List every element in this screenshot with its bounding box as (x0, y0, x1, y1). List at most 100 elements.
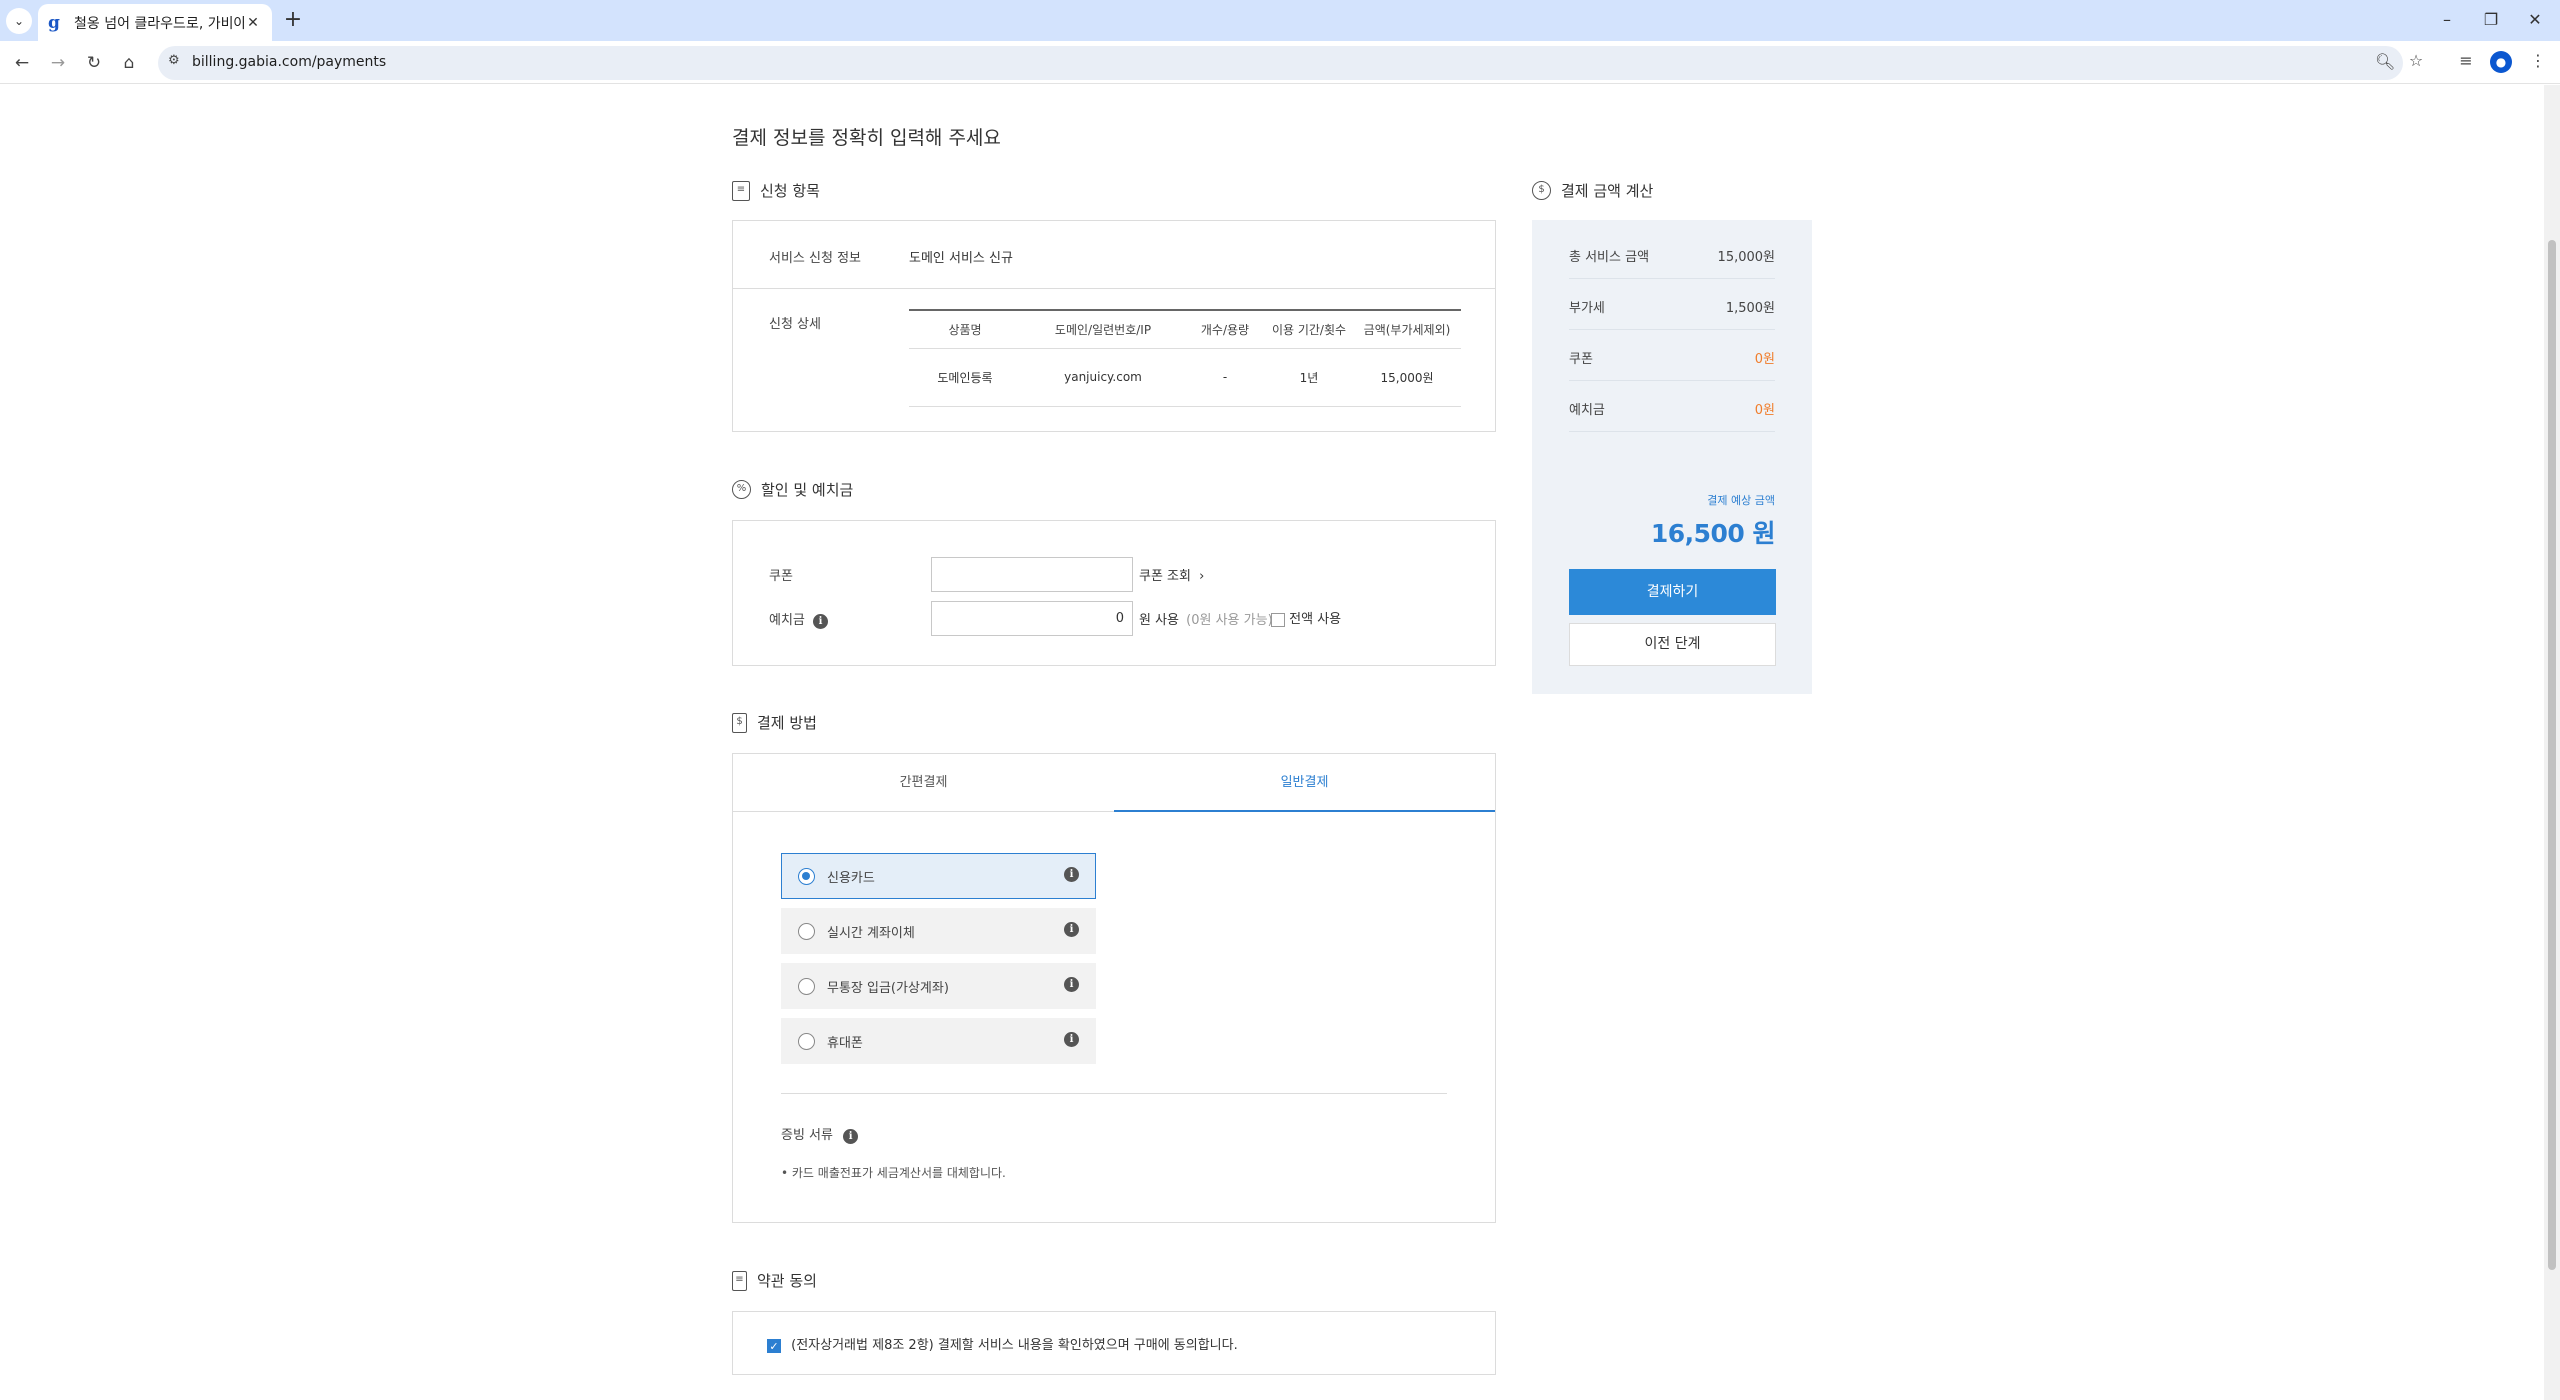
previous-step-button[interactable]: 이전 단계 (1569, 623, 1776, 666)
mobile-radio[interactable] (798, 1032, 815, 1050)
use-all-checkbox[interactable] (1271, 612, 1285, 627)
profile-avatar-icon[interactable]: ● (2490, 51, 2512, 73)
summary-row-value: 15,000원 (1717, 250, 1775, 265)
service-info-label: 서비스 신청 정보 (769, 251, 861, 266)
table-header: 금액(부가세제외) (1353, 310, 1461, 349)
coupon-lookup-link[interactable]: 쿠폰 조회 › (1139, 565, 1204, 584)
page-scrollbar[interactable] (2544, 85, 2560, 1400)
use-all-label: 전액 사용 (1289, 612, 1342, 627)
site-settings-icon[interactable]: ⚙ (168, 53, 180, 68)
zoom-icon[interactable]: 🔍︎ (2375, 52, 2395, 71)
summary-panel: 총 서비스 금액 15,000원 부가세 1,500원 쿠폰 0원 예치금 0원… (1532, 220, 1812, 694)
payment-tabs: 간편결제 일반결제 (733, 754, 1495, 812)
mobile-info-icon[interactable]: i (1064, 1032, 1079, 1047)
minimize-icon[interactable]: – (2432, 8, 2462, 32)
tab-easy-pay[interactable]: 간편결제 (733, 754, 1114, 812)
summary-section-title: $ 결제 금액 계산 (1532, 180, 1653, 201)
summary-row-value: 0원 (1754, 403, 1775, 418)
terms-agree-checkbox[interactable]: ✓ (767, 1338, 781, 1353)
tab-title: 철옹 넘어 클라우드로, 가비아 (74, 15, 244, 32)
coupon-lookup-label: 쿠폰 조회 (1139, 569, 1191, 584)
back-arrow-icon[interactable]: ← (8, 49, 36, 77)
credit-card-info-icon[interactable]: i (1064, 867, 1079, 882)
method-credit-card[interactable]: 신용카드 i (781, 853, 1096, 899)
terms-agree-group[interactable]: ✓ (전자상거래법 제8조 2항) 결제할 서비스 내용을 확인하였으며 구매에… (767, 1334, 1238, 1353)
receipt-note: • 카드 매출전표가 세금계산서를 대체합니다. (781, 1166, 1006, 1180)
credit-card-radio[interactable] (798, 867, 815, 885)
summary-row-coupon: 쿠폰 0원 (1569, 330, 1775, 381)
receipt-label: 증빙 서류 (781, 1128, 833, 1143)
forward-arrow-icon[interactable]: → (44, 49, 72, 77)
detail-label: 신청 상세 (769, 317, 821, 332)
tab-close-icon[interactable]: ✕ (244, 14, 262, 32)
divider (781, 1093, 1447, 1094)
terms-section-title: ≡ 약관 동의 (732, 1270, 817, 1291)
menu-kebab-icon[interactable]: ⋮ (2526, 51, 2550, 70)
scrollbar-thumb[interactable] (2548, 240, 2556, 1270)
summary-row-value: 1,500원 (1725, 301, 1775, 316)
method-label: 무통장 입금(가상계좌) (827, 980, 949, 996)
url-text[interactable]: billing.gabia.com/payments (192, 54, 386, 70)
restore-icon[interactable]: ❐ (2476, 8, 2506, 32)
expected-amount-label: 결제 예상 금액 (1707, 494, 1775, 507)
terms-agree-text: (전자상거래법 제8조 2항) 결제할 서비스 내용을 확인하였으며 구매에 동… (791, 1338, 1238, 1353)
gabia-favicon-icon: g (48, 12, 60, 33)
media-control-icon[interactable]: ≡ (2454, 51, 2478, 70)
summary-row-label: 총 서비스 금액 (1569, 250, 1650, 265)
document-list-icon: ≡ (732, 180, 750, 201)
summary-row-total: 총 서비스 금액 15,000원 (1569, 228, 1775, 279)
bank-transfer-info-icon[interactable]: i (1064, 922, 1079, 937)
browser-tab-strip: ⌄ g 철옹 넘어 클라우드로, 가비아 ✕ + – ❐ ✕ (0, 0, 2560, 41)
address-bar[interactable]: ⚙ billing.gabia.com/payments 🔍︎ (158, 46, 2403, 80)
receipt-info-icon[interactable]: i (843, 1129, 859, 1144)
pay-button[interactable]: 결제하기 (1569, 569, 1776, 615)
terms-section-label: 약관 동의 (757, 1272, 817, 1290)
deposit-label: 예치금 (769, 613, 805, 628)
divider (733, 288, 1495, 289)
method-label: 실시간 계좌이체 (827, 925, 915, 941)
expected-amount-value: 16,500 원 (1650, 519, 1776, 548)
new-tab-plus-icon[interactable]: + (280, 8, 306, 34)
table-header: 도메인/일련번호/IP (1021, 310, 1185, 349)
receipt-dollar-icon: $ (732, 712, 747, 733)
page-title: 결제 정보를 정확히 입력해 주세요 (732, 127, 1001, 149)
table-row: 도메인등록 yanjuicy.com - 1년 15,000원 (909, 348, 1461, 407)
table-cell: - (1185, 348, 1265, 407)
method-bank-transfer[interactable]: 실시간 계좌이체 i (781, 908, 1096, 954)
application-section-title: ≡ 신청 항목 (732, 180, 820, 201)
application-section-label: 신청 항목 (760, 182, 820, 200)
summary-row-vat: 부가세 1,500원 (1569, 279, 1775, 330)
tab-general-pay[interactable]: 일반결제 (1114, 754, 1495, 812)
deposit-use-label: 원 사용 (1139, 613, 1180, 628)
deposit-use-text: 원 사용 (0원 사용 가능) (1139, 609, 1273, 628)
deposit-available-text: (0원 사용 가능) (1186, 613, 1273, 628)
browser-toolbar: ← → ↻ ⌂ ⚙ billing.gabia.com/payments 🔍︎ … (0, 41, 2560, 84)
virtual-account-radio[interactable] (798, 977, 815, 995)
coupon-label: 쿠폰 (769, 569, 793, 584)
summary-section-label: 결제 금액 계산 (1561, 182, 1654, 200)
payment-section-label: 결제 방법 (757, 714, 817, 732)
method-label: 휴대폰 (827, 1035, 863, 1051)
deposit-input[interactable]: 0 (931, 601, 1133, 636)
home-icon[interactable]: ⌂ (115, 49, 143, 77)
deposit-info-icon[interactable]: i (813, 614, 829, 629)
virtual-account-info-icon[interactable]: i (1064, 977, 1079, 992)
terms-box: ✓ (전자상거래법 제8조 2항) 결제할 서비스 내용을 확인하였으며 구매에… (732, 1311, 1496, 1375)
reload-icon[interactable]: ↻ (80, 49, 108, 77)
window-close-icon[interactable]: ✕ (2520, 8, 2550, 32)
percent-icon: % (732, 480, 751, 499)
browser-tab-active[interactable]: g 철옹 넘어 클라우드로, 가비아 ✕ (38, 4, 272, 41)
receipt-label-group: 증빙 서류 i (781, 1124, 859, 1144)
method-mobile[interactable]: 휴대폰 i (781, 1018, 1096, 1064)
tab-search-chevron-icon[interactable]: ⌄ (6, 8, 32, 34)
coupon-input[interactable] (931, 557, 1133, 592)
table-header: 이용 기간/횟수 (1265, 310, 1353, 349)
method-virtual-account[interactable]: 무통장 입금(가상계좌) i (781, 963, 1096, 1009)
bank-transfer-radio[interactable] (798, 922, 815, 940)
table-header: 개수/용량 (1185, 310, 1265, 349)
chevron-right-icon: › (1199, 569, 1205, 584)
summary-row-label: 예치금 (1569, 403, 1605, 418)
application-table: 상품명 도메인/일련번호/IP 개수/용량 이용 기간/횟수 금액(부가세제외)… (909, 309, 1461, 407)
use-all-checkbox-group[interactable]: 전액 사용 (1271, 608, 1341, 627)
bookmark-star-icon[interactable]: ☆ (2404, 51, 2428, 70)
